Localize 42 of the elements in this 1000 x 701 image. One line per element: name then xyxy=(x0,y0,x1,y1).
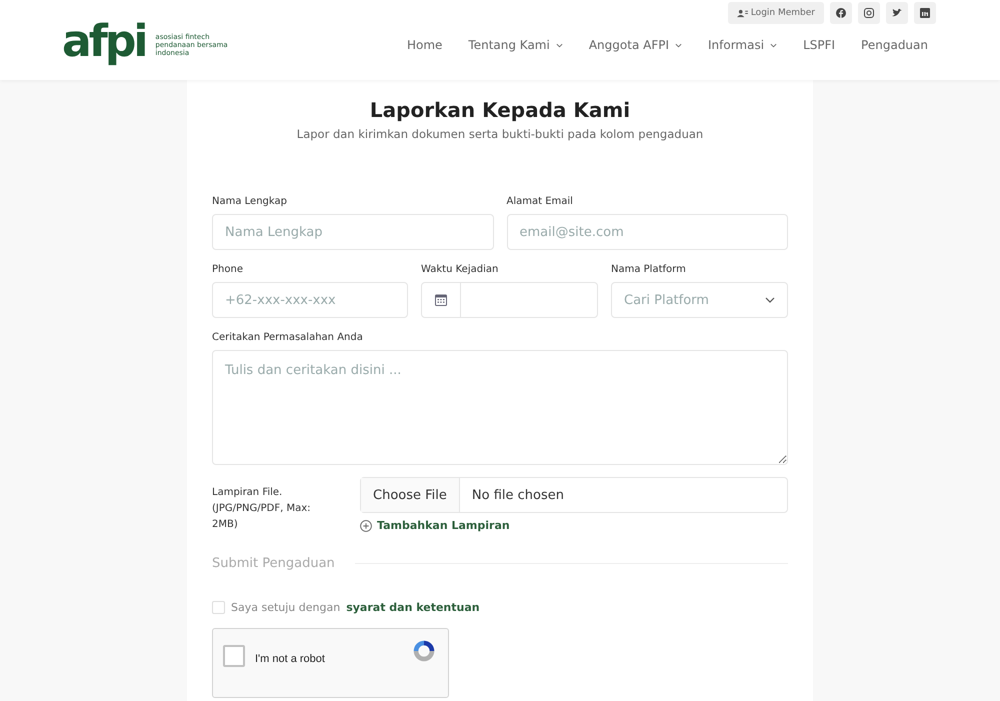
nav-link[interactable]: LSPFI xyxy=(803,38,836,52)
instagram-button[interactable] xyxy=(858,2,880,24)
logo-wordmark[interactable]: afpi xyxy=(62,20,146,64)
terms-link[interactable]: syarat dan ketentuan xyxy=(346,601,480,614)
linkedin-button[interactable] xyxy=(914,2,936,24)
plus-circle-icon xyxy=(360,520,372,532)
login-member-button[interactable]: Login Member xyxy=(728,2,824,24)
field-label: Waktu Kejadian xyxy=(421,264,500,275)
twitter-icon xyxy=(892,8,902,18)
field-label: Phone xyxy=(212,264,244,275)
field-label: Nama Platform xyxy=(611,264,687,275)
instagram-icon xyxy=(864,8,874,18)
chevron-down-icon xyxy=(765,297,775,303)
field-label: Nama Lengkap xyxy=(212,196,288,207)
field-label: Lampiran File. (JPG/PNG/PDF, Max: 2MB) xyxy=(212,486,312,532)
input-field[interactable]: +62-xxx-xxx-xxx xyxy=(212,282,408,318)
form-title: Laporkan Kepada Kami xyxy=(368,98,632,122)
captcha-checkbox[interactable] xyxy=(223,645,245,667)
nav-link[interactable]: Home xyxy=(406,38,442,52)
input-field[interactable]: email@site.com xyxy=(506,214,788,250)
calendar-icon xyxy=(435,294,447,306)
checkbox[interactable] xyxy=(212,601,225,614)
add-attachment-link[interactable]: Tambahkan Lampiran xyxy=(360,519,510,532)
form-subtitle: Lapor dan kirimkan dokumen serta bukti-bukti pada kolom pengaduan xyxy=(296,127,704,141)
nav-link[interactable]: Tentang Kami xyxy=(468,38,563,52)
agree-label: Saya setuju dengan xyxy=(231,601,340,614)
facebook-button[interactable] xyxy=(830,2,852,24)
nav-link[interactable]: Pengaduan xyxy=(861,38,928,52)
date-field[interactable] xyxy=(421,282,598,318)
input-field[interactable]: Nama Lengkap xyxy=(212,214,494,250)
facebook-icon xyxy=(836,8,846,18)
nav-link[interactable]: Anggota AFPI xyxy=(588,38,682,52)
field-label: Ceritakan Permasalahan Anda xyxy=(212,332,364,343)
users-icon xyxy=(736,8,748,18)
story-textarea[interactable]: Tulis dan ceritakan disini ... xyxy=(212,350,788,465)
linkedin-icon xyxy=(920,8,930,18)
nav-link[interactable]: Informasi xyxy=(708,38,778,52)
captcha-label: I'm not a robot xyxy=(255,652,326,665)
section-heading: Submit Pengaduan xyxy=(212,556,335,571)
file-input[interactable]: Choose File No file chosen xyxy=(360,477,788,513)
field-label: Alamat Email xyxy=(506,196,574,207)
twitter-button[interactable] xyxy=(886,2,908,24)
